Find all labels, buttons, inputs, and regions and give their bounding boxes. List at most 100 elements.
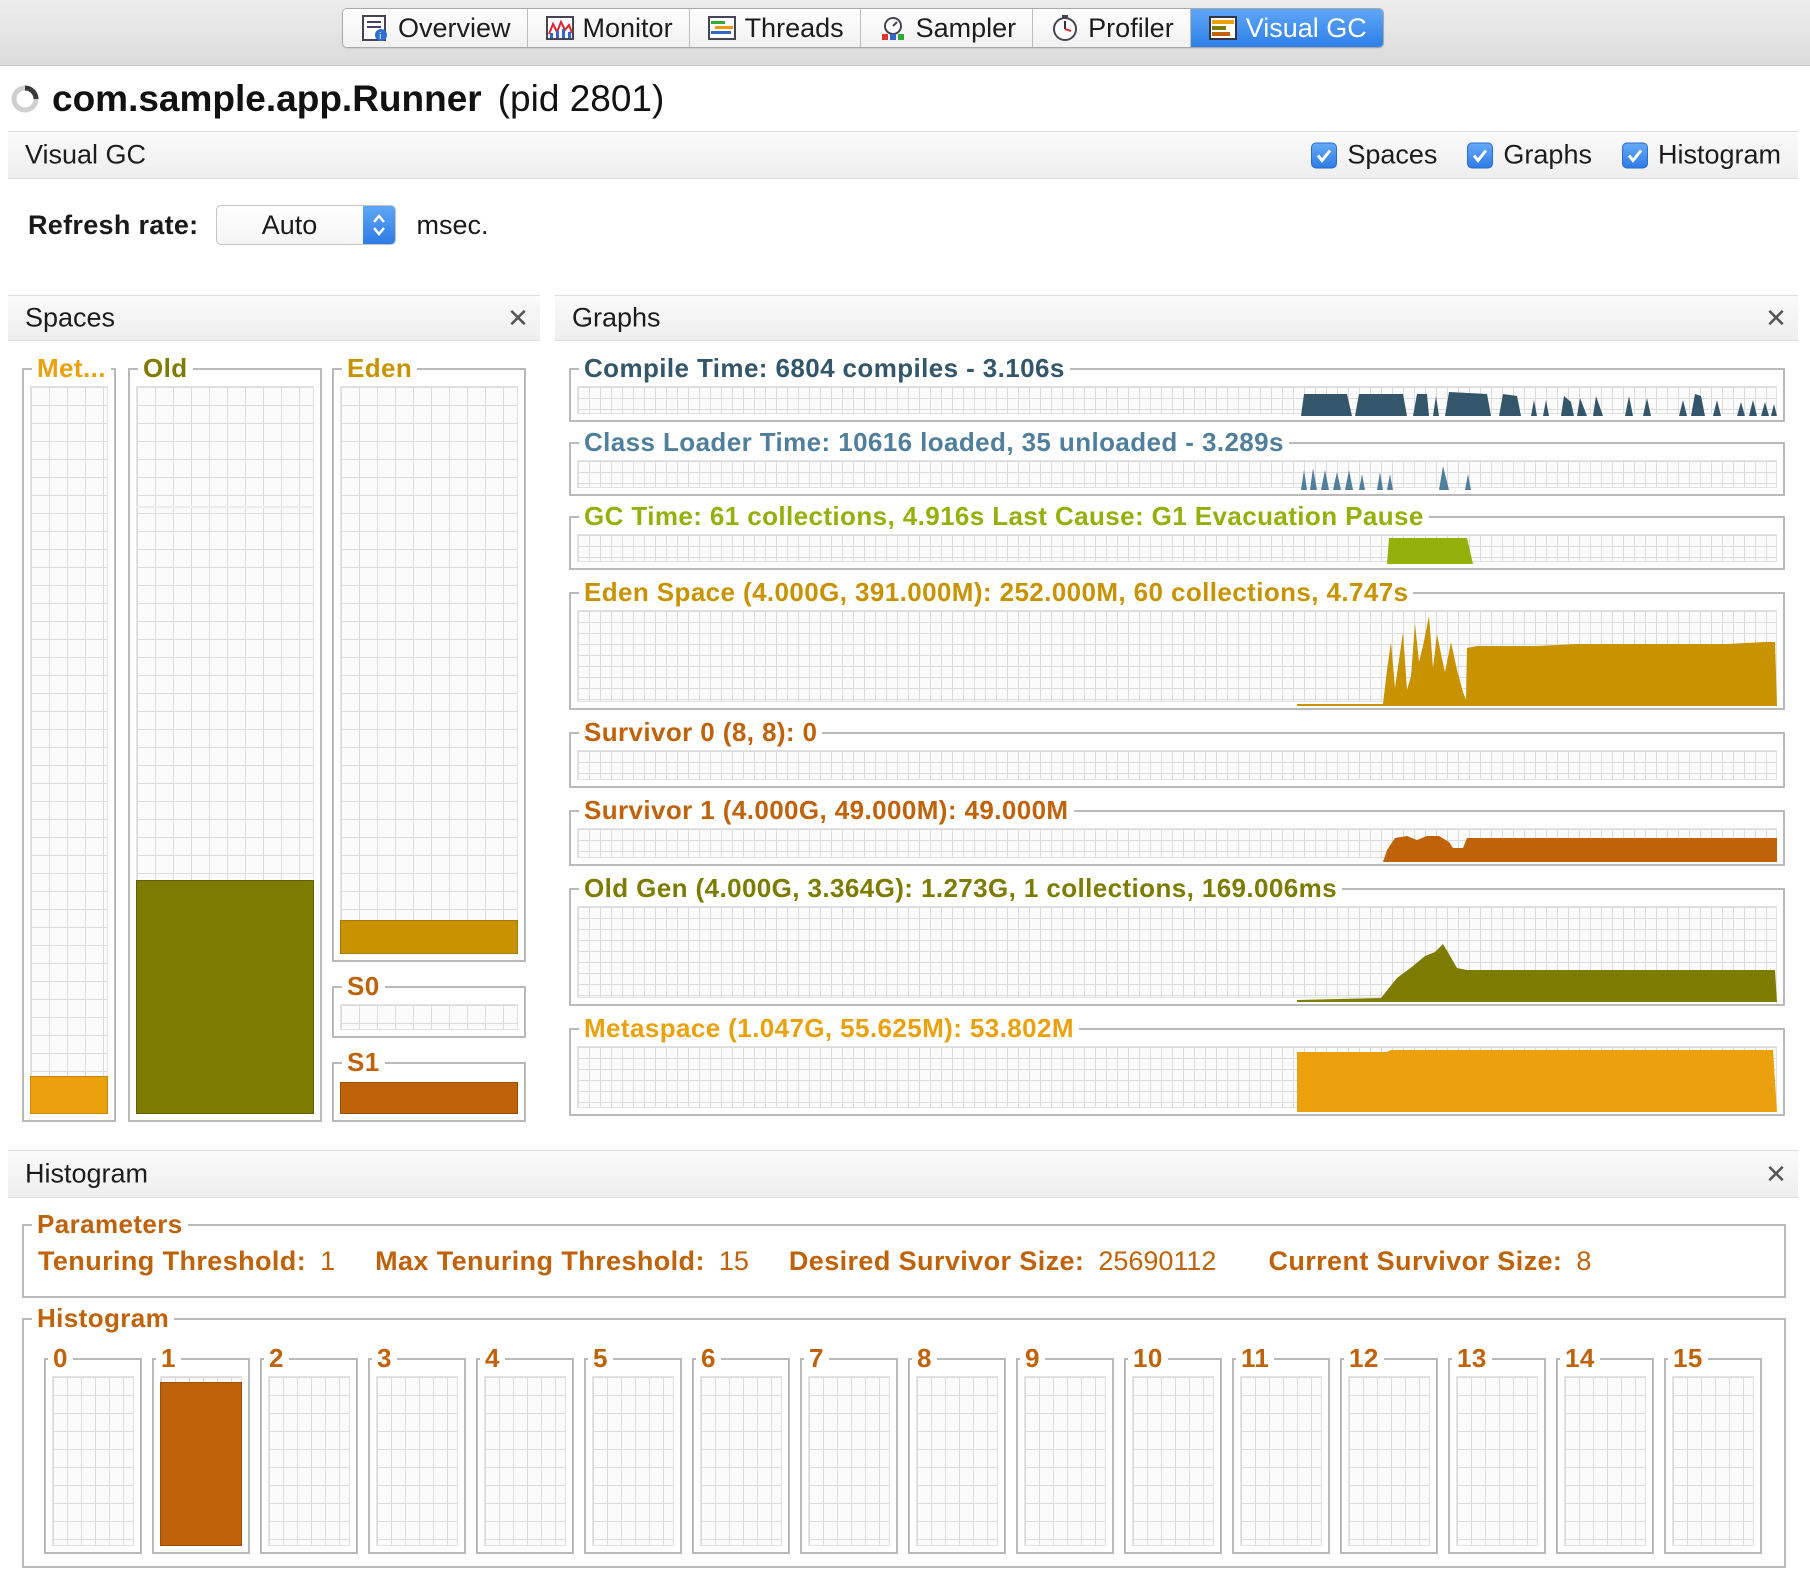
bin-label: 3 xyxy=(372,1343,397,1373)
bin-grid xyxy=(592,1376,674,1546)
tab-threads[interactable]: Threads xyxy=(689,9,861,47)
checkbox-label: Graphs xyxy=(1503,139,1592,170)
bin-fill xyxy=(160,1382,242,1546)
histogram-bin: 3 xyxy=(368,1343,466,1554)
graphs-header: Graphs ✕ xyxy=(555,295,1798,341)
visual-gc-title: Visual GC xyxy=(25,139,147,170)
bin-label: 1 xyxy=(156,1343,181,1373)
bin-label: 14 xyxy=(1560,1343,1600,1373)
loading-spinner-icon xyxy=(11,85,39,113)
histogram-section-title: Histogram xyxy=(25,1158,149,1189)
metaspace-fill xyxy=(30,1076,108,1114)
graphs-title: Graphs xyxy=(572,302,661,333)
histogram-bin: 15 xyxy=(1664,1343,1762,1554)
bin-label: 0 xyxy=(48,1343,73,1373)
bin-label: 6 xyxy=(696,1343,721,1373)
tab-overview[interactable]: i Overview xyxy=(343,9,528,47)
parameters-box: Parameters Tenuring Threshold: 1 Max Ten… xyxy=(22,1209,1786,1298)
bin-label: 13 xyxy=(1452,1343,1492,1373)
space-s0: S0 xyxy=(332,971,526,1038)
tab-sampler[interactable]: Sampler xyxy=(860,9,1034,47)
graph-label: Survivor 0 (8, 8): 0 xyxy=(579,717,823,747)
space-old: Old xyxy=(128,353,322,1122)
space-metaspace: Met... xyxy=(22,353,116,1122)
histogram-bin: 6 xyxy=(692,1343,790,1554)
refresh-rate-select[interactable]: Auto xyxy=(216,205,397,245)
tab-label: Visual GC xyxy=(1245,12,1367,43)
close-icon[interactable]: ✕ xyxy=(1764,305,1788,331)
old-gen-chart xyxy=(1297,944,1777,1002)
app-name: com.sample.app.Runner xyxy=(52,78,482,119)
close-icon[interactable]: ✕ xyxy=(506,305,530,331)
chevron-updown-icon xyxy=(363,206,396,244)
bin-label: 11 xyxy=(1236,1343,1275,1373)
checkbox-label: Histogram xyxy=(1657,139,1781,170)
graphs-checkbox[interactable]: Graphs xyxy=(1467,140,1592,171)
histogram-bin: 0 xyxy=(44,1343,142,1554)
old-fill xyxy=(136,880,314,1114)
space-grid xyxy=(340,1004,518,1030)
bin-grid xyxy=(268,1376,350,1546)
histogram-bin: 13 xyxy=(1448,1343,1546,1554)
spaces-title: Spaces xyxy=(25,302,116,333)
compile-time-chart xyxy=(1301,392,1777,416)
bin-grid xyxy=(376,1376,458,1546)
bin-grid xyxy=(916,1376,998,1546)
eden-fill xyxy=(340,920,518,954)
monitor-icon xyxy=(545,16,574,40)
param-value: 25690112 xyxy=(1098,1246,1217,1276)
space-eden: Eden xyxy=(332,353,526,962)
bin-label: 9 xyxy=(1020,1343,1045,1373)
tab-label: Profiler xyxy=(1088,12,1174,43)
graph-label: Eden Space (4.000G, 391.000M): 252.000M,… xyxy=(579,577,1414,607)
graph-label: Survivor 1 (4.000G, 49.000M): 49.000M xyxy=(579,795,1074,825)
tab-label: Sampler xyxy=(915,12,1017,43)
overview-icon: i xyxy=(362,15,387,42)
spaces-checkbox[interactable]: Spaces xyxy=(1311,140,1437,171)
bin-label: 15 xyxy=(1668,1343,1708,1373)
parameters-title: Parameters xyxy=(32,1209,188,1239)
bin-grid xyxy=(1456,1376,1538,1546)
param-value: 1 xyxy=(320,1246,336,1276)
tab-monitor[interactable]: Monitor xyxy=(527,9,690,47)
s1-fill xyxy=(340,1082,518,1114)
bin-grid xyxy=(1240,1376,1322,1546)
histogram-bin: 10 xyxy=(1124,1343,1222,1554)
graph-gc-time: GC Time: 61 collections, 4.916s Last Cau… xyxy=(569,501,1785,570)
space-label: S0 xyxy=(342,971,385,1001)
metaspace-chart xyxy=(1297,1050,1777,1112)
bin-grid xyxy=(1132,1376,1214,1546)
histogram-bin: 8 xyxy=(908,1343,1006,1554)
param-value: 15 xyxy=(718,1246,749,1276)
graph-eden-space: Eden Space (4.000G, 391.000M): 252.000M,… xyxy=(569,577,1785,710)
bin-grid xyxy=(52,1376,134,1546)
bin-grid xyxy=(1672,1376,1754,1546)
refresh-rate-row: Refresh rate: Auto msec. xyxy=(28,204,488,246)
bin-grid xyxy=(1564,1376,1646,1546)
gc-time-chart xyxy=(1387,538,1473,564)
bin-label: 7 xyxy=(804,1343,829,1373)
checkbox-checked-icon xyxy=(1621,142,1648,168)
tab-profiler[interactable]: Profiler xyxy=(1033,9,1191,47)
visual-gc-icon xyxy=(1208,16,1237,40)
visual-gc-header: Visual GC Spaces Graphs Histogram xyxy=(8,131,1798,179)
tab-label: Monitor xyxy=(582,12,673,43)
graph-grid xyxy=(577,750,1777,780)
bin-grid xyxy=(700,1376,782,1546)
close-icon[interactable]: ✕ xyxy=(1764,1161,1788,1187)
view-tabs: i Overview Monitor Threads Sampler Profi… xyxy=(342,8,1384,48)
bin-grid xyxy=(1348,1376,1430,1546)
graph-compile-time: Compile Time: 6804 compiles - 3.106s xyxy=(569,353,1785,422)
checkbox-checked-icon xyxy=(1467,142,1494,168)
view-toggles: Spaces Graphs Histogram xyxy=(1311,140,1781,171)
histogram-bin: 5 xyxy=(584,1343,682,1554)
tab-visual-gc[interactable]: Visual GC xyxy=(1190,9,1383,47)
histogram-header: Histogram ✕ xyxy=(8,1150,1798,1198)
bin-label: 2 xyxy=(264,1343,289,1373)
graph-label: GC Time: 61 collections, 4.916s Last Cau… xyxy=(579,501,1429,531)
threads-icon xyxy=(707,16,736,40)
histogram-checkbox[interactable]: Histogram xyxy=(1621,139,1781,171)
graph-label: Compile Time: 6804 compiles - 3.106s xyxy=(579,353,1070,383)
space-label: Met... xyxy=(32,353,111,383)
histogram-title: Histogram xyxy=(32,1303,175,1333)
